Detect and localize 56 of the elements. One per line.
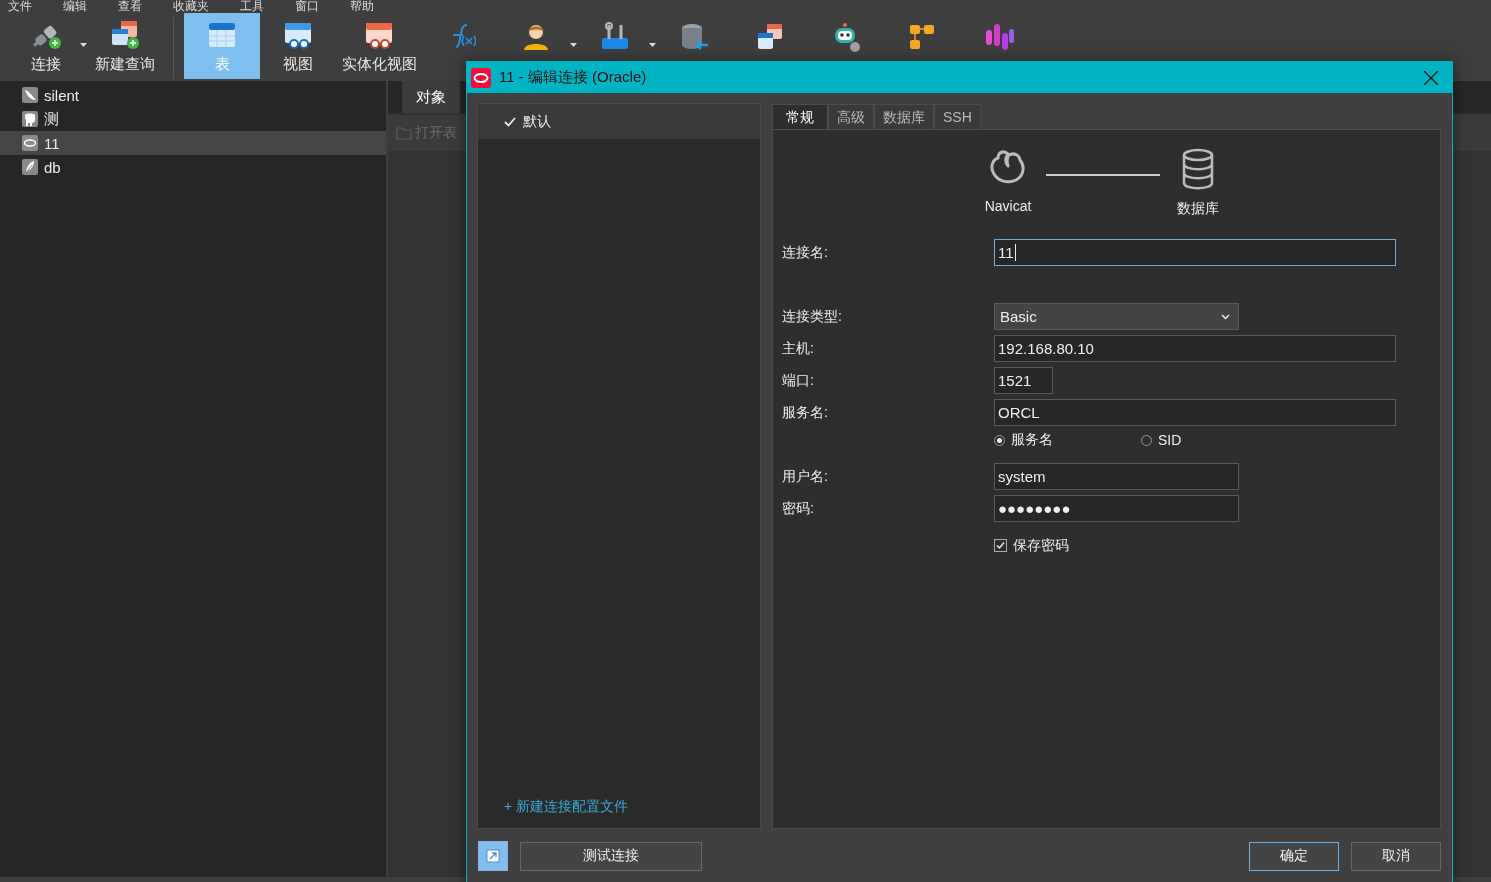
field-label: 连接类型: (782, 307, 843, 326)
caret-icon[interactable] (570, 43, 577, 47)
window-title: 11 - 编辑连接 (Oracle) (499, 68, 648, 87)
chevron-down-icon (1221, 313, 1230, 320)
tree-item[interactable]: silent (0, 83, 386, 107)
text-field[interactable]: 11 (994, 239, 1396, 266)
text-field[interactable]: 192.168.80.10 (994, 335, 1396, 362)
menu-item[interactable]: 工具 (240, 0, 264, 13)
menu-item[interactable]: 文件 (8, 0, 32, 13)
caret-icon[interactable] (649, 43, 656, 47)
tree-item[interactable]: db (0, 155, 386, 179)
table-add-icon (109, 19, 141, 51)
checkbox[interactable]: 保存密码 (994, 536, 1069, 555)
profile-item[interactable]: 默认 (478, 104, 760, 139)
tree-item[interactable]: 11 (0, 131, 386, 155)
field-label: 连接名: (782, 243, 829, 262)
folder-icon (396, 126, 412, 140)
menu-item[interactable]: 帮助 (350, 0, 374, 13)
toolbar-button[interactable]: 新建查询 (87, 13, 163, 79)
toolbar-button[interactable]: 连接 (8, 13, 84, 79)
radio-option[interactable]: SID (1141, 432, 1182, 448)
field-label: 服务名: (782, 403, 829, 422)
menu-item[interactable]: 查看 (118, 0, 142, 13)
share-button[interactable] (478, 841, 508, 871)
field-label: 用户名: (782, 467, 829, 486)
text-field[interactable]: ORCL (994, 399, 1396, 426)
menu-item[interactable]: 收藏夹 (173, 0, 209, 13)
tab[interactable]: 对象 (402, 81, 460, 113)
field-label: 主机: (782, 339, 815, 358)
menu-item[interactable]: 编辑 (63, 0, 87, 13)
text-field[interactable]: system (994, 463, 1239, 490)
database-icon (1182, 148, 1214, 190)
server-label: 数据库 (1177, 200, 1219, 218)
new-profile-link[interactable]: + 新建连接配置文件 (504, 798, 629, 816)
tab[interactable]: 高级 (828, 104, 874, 129)
caret-icon[interactable] (80, 43, 87, 47)
tab[interactable]: 常规 (772, 104, 828, 129)
test-connection-button[interactable]: 测试连接 (520, 841, 702, 871)
menu-item[interactable]: 窗口 (295, 0, 319, 13)
ok-button[interactable]: 确定 (1249, 841, 1339, 871)
tree-item[interactable]: 测 (0, 107, 386, 131)
export-icon (486, 849, 500, 863)
radio-option[interactable]: 服务名 (994, 431, 1141, 449)
tab[interactable]: SSH (934, 104, 981, 129)
text-field[interactable]: 1521 (994, 367, 1053, 394)
close-icon[interactable] (1424, 70, 1438, 85)
field-label: 密码: (782, 499, 815, 518)
feather-icon (22, 159, 38, 175)
field-label: 端口: (782, 371, 815, 390)
toolbar-button[interactable]: 视图 (260, 13, 336, 79)
client-label: Navicat (984, 198, 1032, 214)
text-field[interactable]: ●●●●●●●● (994, 495, 1239, 522)
tab[interactable]: 数据库 (874, 104, 934, 129)
toolbar-button[interactable]: 实体化视图 (336, 13, 422, 79)
dropdown[interactable]: Basic (994, 303, 1239, 330)
cancel-button[interactable]: 取消 (1351, 841, 1441, 871)
